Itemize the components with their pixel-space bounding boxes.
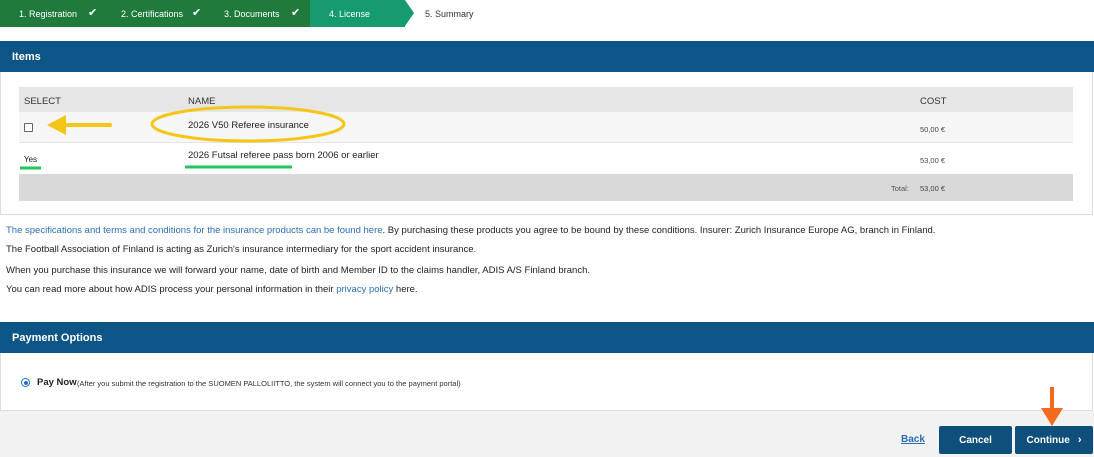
- chevron-right-icon: ›: [1077, 434, 1082, 446]
- item-name: 2026 Futsal referee pass born 2006 or ea…: [188, 150, 379, 161]
- item-cost: 53,00 €: [920, 156, 946, 165]
- terms-text-rest: . By purchasing these products you agree…: [382, 225, 936, 236]
- privacy-text-post: here.: [393, 284, 418, 295]
- cancel-button[interactable]: Cancel: [939, 426, 1012, 454]
- select-checkbox[interactable]: [24, 123, 33, 132]
- data-forward-text: When you purchase this insurance we will…: [6, 265, 591, 276]
- step-documents[interactable]: 3. Documents ✔: [209, 0, 310, 27]
- footer-bar: [0, 411, 1094, 457]
- step-arrow: [405, 0, 414, 26]
- step-certifications[interactable]: 2. Certifications ✔: [105, 0, 209, 27]
- privacy-text-pre: You can read more about how ADIS process…: [6, 284, 337, 295]
- privacy-text: You can read more about how ADIS process…: [6, 284, 418, 295]
- items-panel: SELECT NAME COST 2026 V50 Referee insura…: [0, 72, 1093, 215]
- checkmark-icon: ✔: [291, 7, 301, 19]
- item-cost: 50,00 €: [920, 125, 946, 134]
- continue-button[interactable]: Continue ›: [1015, 426, 1093, 454]
- step-label: 4. License: [329, 8, 371, 19]
- pay-now-radio[interactable]: [21, 378, 30, 387]
- table-row: Yes 2026 Futsal referee pass born 2006 o…: [19, 143, 1073, 174]
- table-header: SELECT NAME COST: [19, 87, 1073, 112]
- intermediary-text: The Football Association of Finland is a…: [6, 244, 477, 255]
- continue-label: Continue: [1026, 434, 1070, 446]
- cancel-label: Cancel: [959, 434, 992, 446]
- total-value: 53,00 €: [920, 184, 946, 193]
- items-header: Items: [0, 41, 1094, 72]
- item-name: 2026 V50 Referee insurance: [188, 120, 309, 131]
- pay-now-description: (After you submit the registration to th…: [77, 379, 461, 388]
- progress-steps: 1. Registration ✔ 2. Certifications ✔ 3.…: [0, 0, 508, 27]
- table-row: 2026 V50 Referee insurance 50,00 €: [19, 112, 1073, 143]
- step-label: 3. Documents: [224, 8, 280, 19]
- privacy-policy-link[interactable]: privacy policy: [336, 284, 393, 295]
- step-registration[interactable]: 1. Registration ✔: [0, 0, 105, 27]
- total-label: Total:: [891, 184, 909, 193]
- payment-options-header: Payment Options: [0, 322, 1094, 353]
- pay-now-label[interactable]: Pay Now: [37, 377, 77, 388]
- step-summary: 5. Summary: [405, 0, 508, 27]
- payment-options-panel: Pay Now (After you submit the registrati…: [0, 353, 1093, 411]
- step-label: 2. Certifications: [121, 8, 184, 19]
- table-total-row: Total: 53,00 €: [19, 174, 1073, 201]
- column-cost: COST: [920, 96, 947, 107]
- back-link[interactable]: Back: [901, 434, 925, 445]
- step-label: 5. Summary: [425, 8, 474, 19]
- column-select: SELECT: [24, 96, 61, 107]
- item-selected: Yes: [24, 155, 38, 164]
- terms-link[interactable]: The specifications and terms and conditi…: [6, 225, 383, 236]
- column-name: NAME: [188, 96, 216, 107]
- step-label: 1. Registration: [19, 8, 78, 19]
- checkmark-icon: ✔: [192, 7, 202, 19]
- checkmark-icon: ✔: [88, 7, 98, 19]
- step-license[interactable]: 4. License: [310, 0, 414, 27]
- terms-text: The specifications and terms and conditi…: [6, 225, 935, 236]
